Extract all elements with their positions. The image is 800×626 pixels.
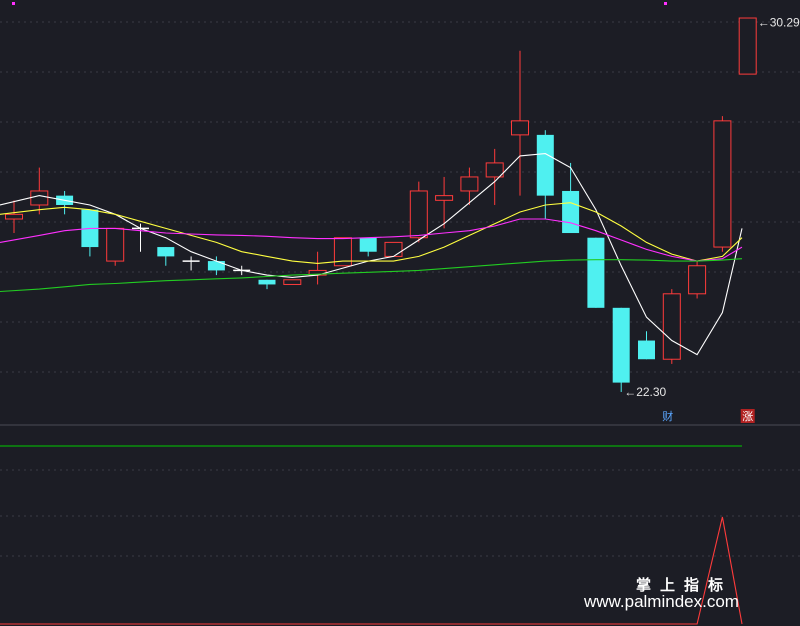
event-badges: 财涨 xyxy=(662,409,755,423)
stock-chart: ←30.29←22.30 财涨 掌上指标 www.palmindex.com xyxy=(0,2,800,625)
candle-body xyxy=(612,307,630,383)
candle-body xyxy=(662,293,681,360)
candle-body xyxy=(536,134,554,196)
candle-body xyxy=(207,261,225,271)
event-badge: 财 xyxy=(662,409,673,423)
watermark: 掌上指标 www.palmindex.com xyxy=(583,576,739,611)
event-badge: 涨 xyxy=(742,410,753,423)
candle-body xyxy=(30,190,49,206)
candle-body xyxy=(738,17,757,75)
candle-body xyxy=(638,340,655,360)
price-annotation: ←30.29 xyxy=(758,15,800,29)
candle-body xyxy=(106,227,125,262)
candle-body xyxy=(384,241,403,257)
watermark-url: www.palmindex.com xyxy=(583,592,739,611)
ma-line-ma60 xyxy=(0,258,743,293)
candle-body xyxy=(157,247,175,257)
candle-body xyxy=(283,279,302,285)
candle-body xyxy=(587,237,605,308)
top-marker xyxy=(664,2,667,5)
candle-body xyxy=(409,190,428,239)
grid-lines xyxy=(0,2,800,557)
candlesticks xyxy=(5,17,757,392)
candle-body xyxy=(5,213,23,220)
candle-body xyxy=(460,176,479,192)
candle-body xyxy=(258,279,276,285)
top-marker xyxy=(12,2,15,5)
candle-body xyxy=(359,237,377,252)
candle-body xyxy=(713,120,732,248)
candle-body xyxy=(435,195,454,201)
candle-body xyxy=(688,265,707,295)
candle-body xyxy=(562,190,580,234)
candle-body xyxy=(511,120,529,136)
price-annotation: ←22.30 xyxy=(624,385,666,399)
